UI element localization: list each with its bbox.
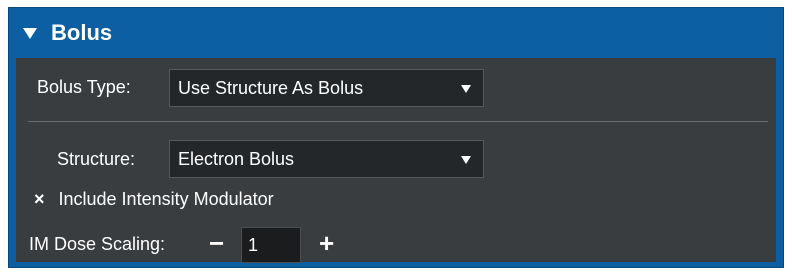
bolus-panel-header[interactable]: Bolus	[9, 8, 783, 58]
bolus-type-dropdown[interactable]: Use Structure As Bolus	[169, 69, 484, 107]
im-dose-scaling-input[interactable]	[241, 227, 301, 263]
dropdown-arrow-icon	[461, 156, 471, 164]
collapse-triangle-icon[interactable]	[23, 27, 37, 39]
bolus-panel-body: Bolus Type: Use Structure As Bolus Struc…	[16, 58, 776, 263]
dropdown-arrow-icon	[461, 85, 471, 93]
increment-button[interactable]: +	[319, 230, 334, 256]
intensity-modulator-row[interactable]: × Include Intensity Modulator	[34, 184, 274, 214]
im-dose-scaling-row: IM Dose Scaling:	[29, 226, 165, 262]
structure-label: Structure:	[57, 148, 136, 169]
bolus-type-row: Bolus Type:	[37, 58, 131, 116]
intensity-modulator-checkbox[interactable]: ×	[34, 189, 45, 210]
bolus-panel: Bolus Bolus Type: Use Structure As Bolus…	[8, 7, 784, 268]
bolus-type-label: Bolus Type:	[37, 76, 131, 97]
structure-row: Structure:	[57, 130, 135, 188]
intensity-modulator-label: Include Intensity Modulator	[58, 188, 274, 209]
structure-value: Electron Bolus	[178, 148, 295, 169]
section-divider	[28, 121, 768, 122]
bolus-type-value: Use Structure As Bolus	[178, 77, 364, 98]
panel-title: Bolus	[51, 20, 113, 45]
decrement-button[interactable]: −	[209, 230, 224, 256]
structure-dropdown[interactable]: Electron Bolus	[169, 140, 484, 178]
im-dose-scaling-label: IM Dose Scaling:	[29, 233, 166, 254]
